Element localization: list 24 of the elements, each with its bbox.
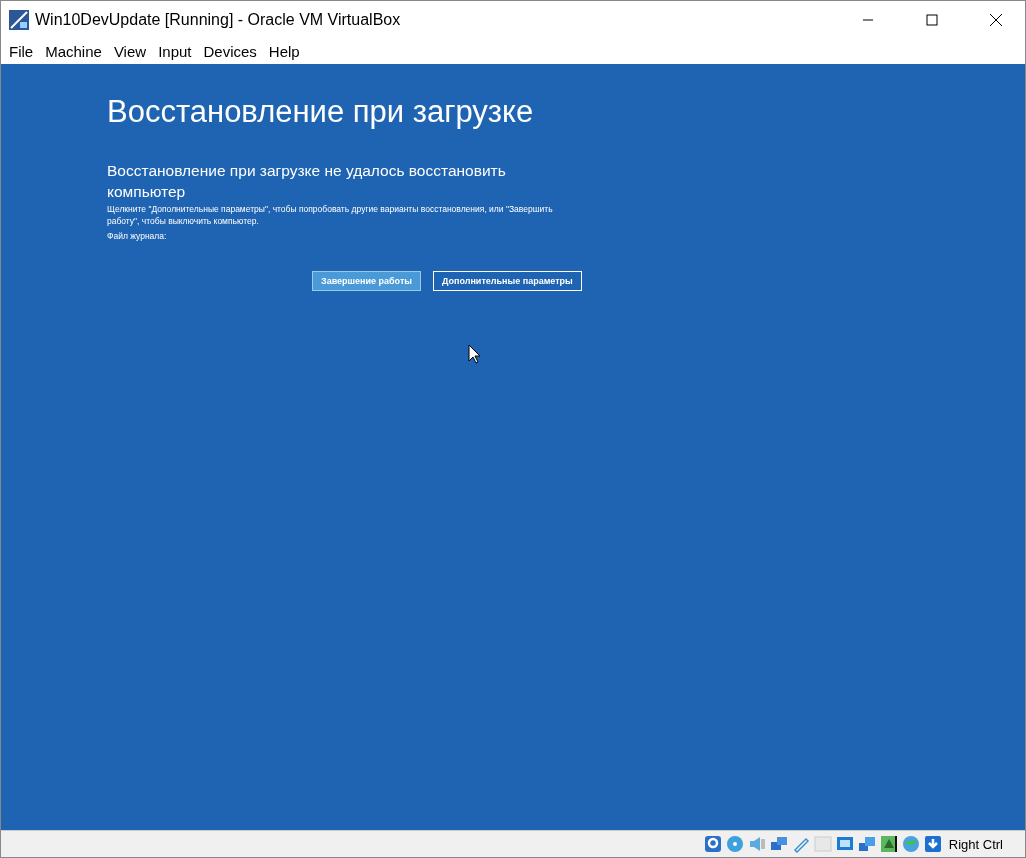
disc-icon[interactable]	[725, 835, 744, 853]
hint-text: Щелкните "Дополнительные параметры", чтобы попробовать другие варианты восстановления, или "Завершить работу", чтобы выключить компьютер.	[107, 203, 554, 227]
menu-item[interactable]: File	[3, 42, 40, 60]
windows-icon[interactable]	[857, 835, 876, 853]
display-icon[interactable]	[835, 835, 854, 853]
close-icon[interactable]	[989, 12, 1003, 27]
menu-item[interactable]: Devices	[197, 42, 263, 60]
speaker-icon[interactable]	[747, 835, 766, 853]
screen-heading: Восстановление при загрузке	[107, 94, 535, 130]
download-icon[interactable]	[923, 835, 942, 853]
window-title: Win10DevUpdate [Running] - Oracle VM VirtualBox	[35, 10, 402, 29]
app-icon	[9, 9, 29, 30]
log-file-label: Файл журнала:	[107, 231, 168, 241]
error-message: Восстановление при загрузке не удалось восстановить компьютер	[107, 161, 507, 202]
dialog-button[interactable]: Дополнительные параметры	[433, 271, 582, 291]
menu-item[interactable]: Help	[262, 42, 306, 60]
host-key-label: Right Ctrl	[948, 836, 1003, 852]
maximize-icon[interactable]	[926, 13, 938, 26]
monitors-icon[interactable]	[769, 835, 788, 853]
mouse-pointer-icon	[468, 344, 481, 364]
menu-item[interactable]: Input	[152, 42, 198, 60]
menu-item[interactable]: View	[107, 42, 153, 60]
menu-item[interactable]: Machine	[39, 42, 108, 60]
recording-icon[interactable]	[879, 835, 898, 853]
